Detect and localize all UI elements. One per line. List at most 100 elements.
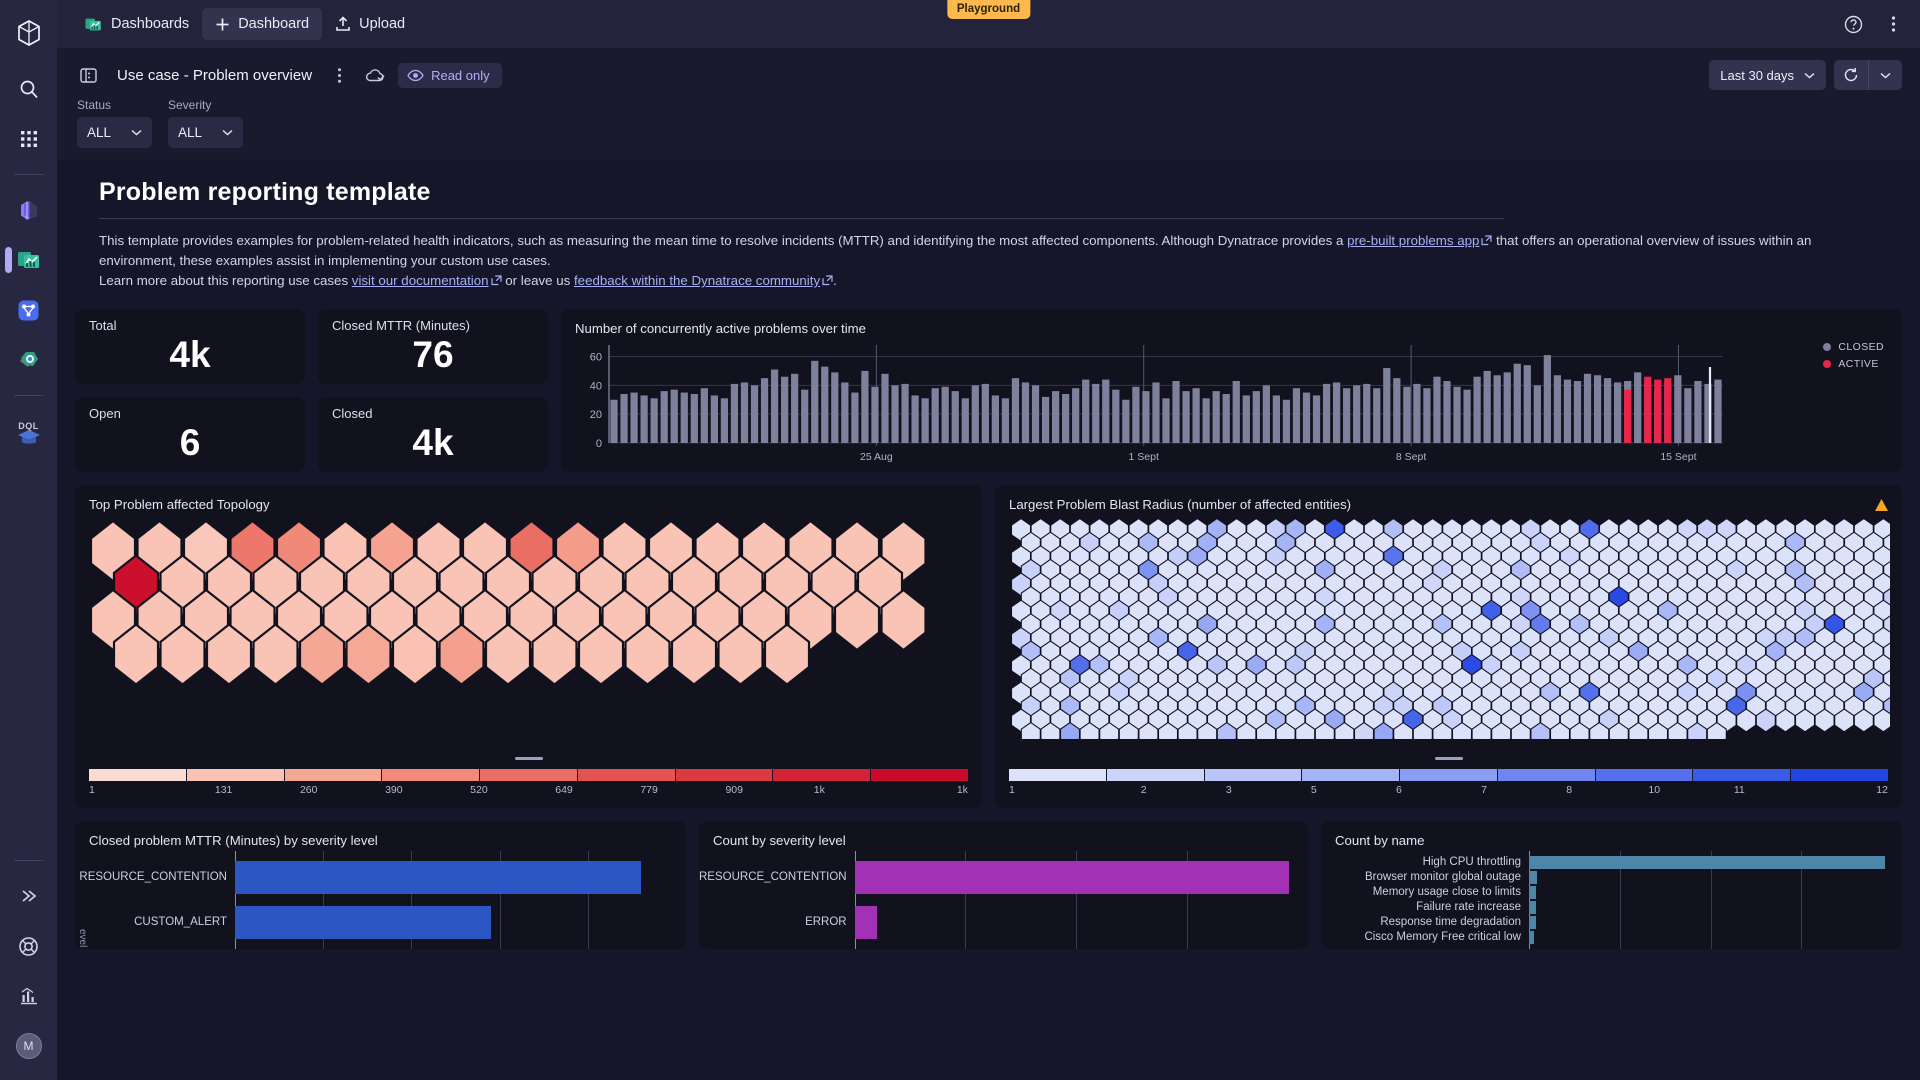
more-vertical-icon[interactable] — [326, 62, 352, 88]
bar[interactable] — [1529, 871, 1537, 884]
user-avatar[interactable]: M — [9, 1026, 49, 1066]
bar[interactable] — [1529, 916, 1536, 929]
topology-honeycomb-tile[interactable]: Top Problem affected Topology 1 131 260 390… — [75, 485, 982, 808]
bar[interactable] — [235, 906, 491, 939]
application-root: DQL M Dashboards Dashboard Upload Playgr… — [0, 0, 1920, 1080]
search-icon[interactable] — [9, 69, 49, 109]
refresh-icon[interactable] — [1834, 60, 1868, 90]
chevron-down-icon — [131, 129, 142, 136]
expand-chevrons-icon[interactable] — [9, 876, 49, 916]
markdown-text: Learn more about this reporting use case… — [99, 273, 352, 288]
topology-scale-bar — [89, 769, 969, 781]
documentation-link[interactable]: visit our documentation — [352, 273, 489, 288]
scale-segment — [1400, 769, 1498, 781]
kpi-tile-total[interactable]: Total 4k — [75, 309, 305, 384]
filter-severity-select[interactable]: ALL — [168, 117, 243, 148]
eye-icon — [407, 69, 424, 82]
time-range-selector[interactable]: Last 30 days — [1709, 60, 1826, 90]
count-name-bar-chart: High CPU throttling Browser monitor globa… — [1321, 851, 1892, 949]
svg-text:25 Aug: 25 Aug — [860, 451, 893, 463]
bar[interactable] — [1529, 901, 1536, 914]
bar[interactable] — [1529, 856, 1885, 869]
refresh-options-chevron-down-icon[interactable] — [1868, 60, 1902, 90]
legend-swatch — [1823, 343, 1832, 351]
blast-radius-tile[interactable]: Largest Problem Blast Radius (number of … — [995, 485, 1902, 808]
blast-radius-honeycomb[interactable] — [1007, 517, 1890, 739]
bottom-charts-row: Closed problem MTTR (Minutes) by severit… — [75, 821, 1902, 949]
warning-triangle-icon[interactable] — [1874, 498, 1889, 512]
scale-segment — [1302, 769, 1401, 781]
tab-dashboard[interactable]: Dashboard — [202, 8, 323, 40]
scale-segment — [1595, 769, 1694, 781]
bar-label: Response time degradation — [1380, 916, 1521, 928]
dql-graduation-cap-icon[interactable]: DQL — [9, 411, 49, 455]
markdown-text: or leave us — [501, 273, 574, 288]
bar-row — [854, 906, 1298, 939]
svg-text:8 Sept: 8 Sept — [1396, 451, 1426, 463]
tab-upload[interactable]: Upload — [322, 8, 418, 40]
bar[interactable] — [854, 906, 877, 939]
tab-dashboards[interactable]: Dashboards — [71, 8, 202, 40]
left-navigation-rail: DQL M — [0, 0, 57, 1080]
kpi-label: Closed MTTR (Minutes) — [332, 318, 470, 333]
automation-icon[interactable] — [9, 340, 49, 380]
cloud-saved-icon[interactable] — [362, 62, 388, 88]
metrics-chart-icon[interactable] — [9, 976, 49, 1016]
apps-grid-icon[interactable] — [9, 119, 49, 159]
prebuilt-problems-app-link[interactable]: pre-built problems app — [1347, 233, 1479, 248]
filter-status-select[interactable]: ALL — [77, 117, 152, 148]
notebooks-icon[interactable] — [9, 190, 49, 230]
topology-honeycomb[interactable] — [87, 517, 970, 739]
bar[interactable] — [1529, 931, 1535, 944]
kpi-value: 76 — [412, 334, 454, 375]
bar-label: RESOURCE_CONTENTION — [79, 871, 227, 883]
scale-segment — [675, 769, 774, 781]
bar-row — [1529, 856, 1892, 869]
tab-label: Dashboards — [111, 16, 190, 32]
topology-scroll-handle[interactable] — [514, 757, 543, 760]
external-link-icon — [1481, 235, 1492, 246]
kpi-tile-open[interactable]: Open 6 — [75, 397, 305, 472]
read-only-label: Read only — [431, 67, 490, 83]
timeseries-tile[interactable]: Number of concurrently active problems o… — [561, 309, 1902, 472]
bar[interactable] — [235, 861, 641, 894]
dashboard-document-icon[interactable] — [75, 62, 101, 88]
workflows-icon[interactable] — [9, 290, 49, 330]
kpi-label: Closed — [332, 406, 373, 421]
bar-label: Cisco Memory Free critical low — [1364, 931, 1521, 943]
bar-chart-labels: RESOURCE_CONTENTION CUSTOM_ALERT — [75, 851, 235, 949]
read-only-badge[interactable]: Read only — [398, 62, 502, 88]
bar-chart-body: High CPU throttling Browser monitor globa… — [1321, 851, 1892, 949]
timeseries-legend: CLOSED ACTIVE — [1823, 341, 1884, 375]
main-area: Dashboards Dashboard Upload Playground U… — [57, 0, 1920, 1080]
mttr-by-severity-tile[interactable]: Closed problem MTTR (Minutes) by severit… — [75, 821, 686, 949]
more-vertical-icon[interactable] — [1880, 11, 1906, 37]
markdown-divider — [99, 218, 1504, 219]
blast-radius-title: Largest Problem Blast Radius (number of … — [1009, 497, 1352, 512]
legend-label: CLOSED — [1838, 341, 1884, 353]
bar-chart-plot — [854, 851, 1298, 949]
scale-segment — [1693, 769, 1792, 781]
tab-label: Upload — [359, 16, 406, 32]
active-indicator — [4, 247, 12, 273]
scale-segment — [186, 769, 285, 781]
dynatrace-logo[interactable] — [9, 10, 49, 56]
bar[interactable] — [1529, 886, 1537, 899]
dashboard-toolbar: Use case - Problem overview Read only La… — [57, 48, 1920, 160]
topology-scale-ticks: 1 131 260 390 520 649 779 909 1k 1k — [89, 784, 968, 796]
blast-radius-scroll-handle[interactable] — [1434, 757, 1463, 760]
blast-radius-scale-bar — [1009, 769, 1889, 781]
help-circle-icon[interactable] — [1840, 11, 1866, 37]
filter-status-label: Status — [77, 98, 112, 112]
count-by-name-tile[interactable]: Count by name High CPU throttling Browser… — [1321, 821, 1902, 949]
kpi-tile-closed[interactable]: Closed 4k — [318, 397, 548, 472]
bar-chart-plot — [1529, 851, 1892, 949]
lifebuoy-help-icon[interactable] — [9, 926, 49, 966]
bar-row — [1529, 931, 1892, 944]
kpi-tile-closed-mttr[interactable]: Closed MTTR (Minutes) 76 — [318, 309, 548, 384]
count-by-severity-tile[interactable]: Count by severity level RESOURCE_CONTENT… — [699, 821, 1308, 949]
scale-segment — [89, 769, 187, 781]
bar[interactable] — [854, 861, 1290, 894]
community-feedback-link[interactable]: feedback within the Dynatrace community — [574, 273, 820, 288]
dashboards-icon[interactable] — [4, 240, 49, 280]
